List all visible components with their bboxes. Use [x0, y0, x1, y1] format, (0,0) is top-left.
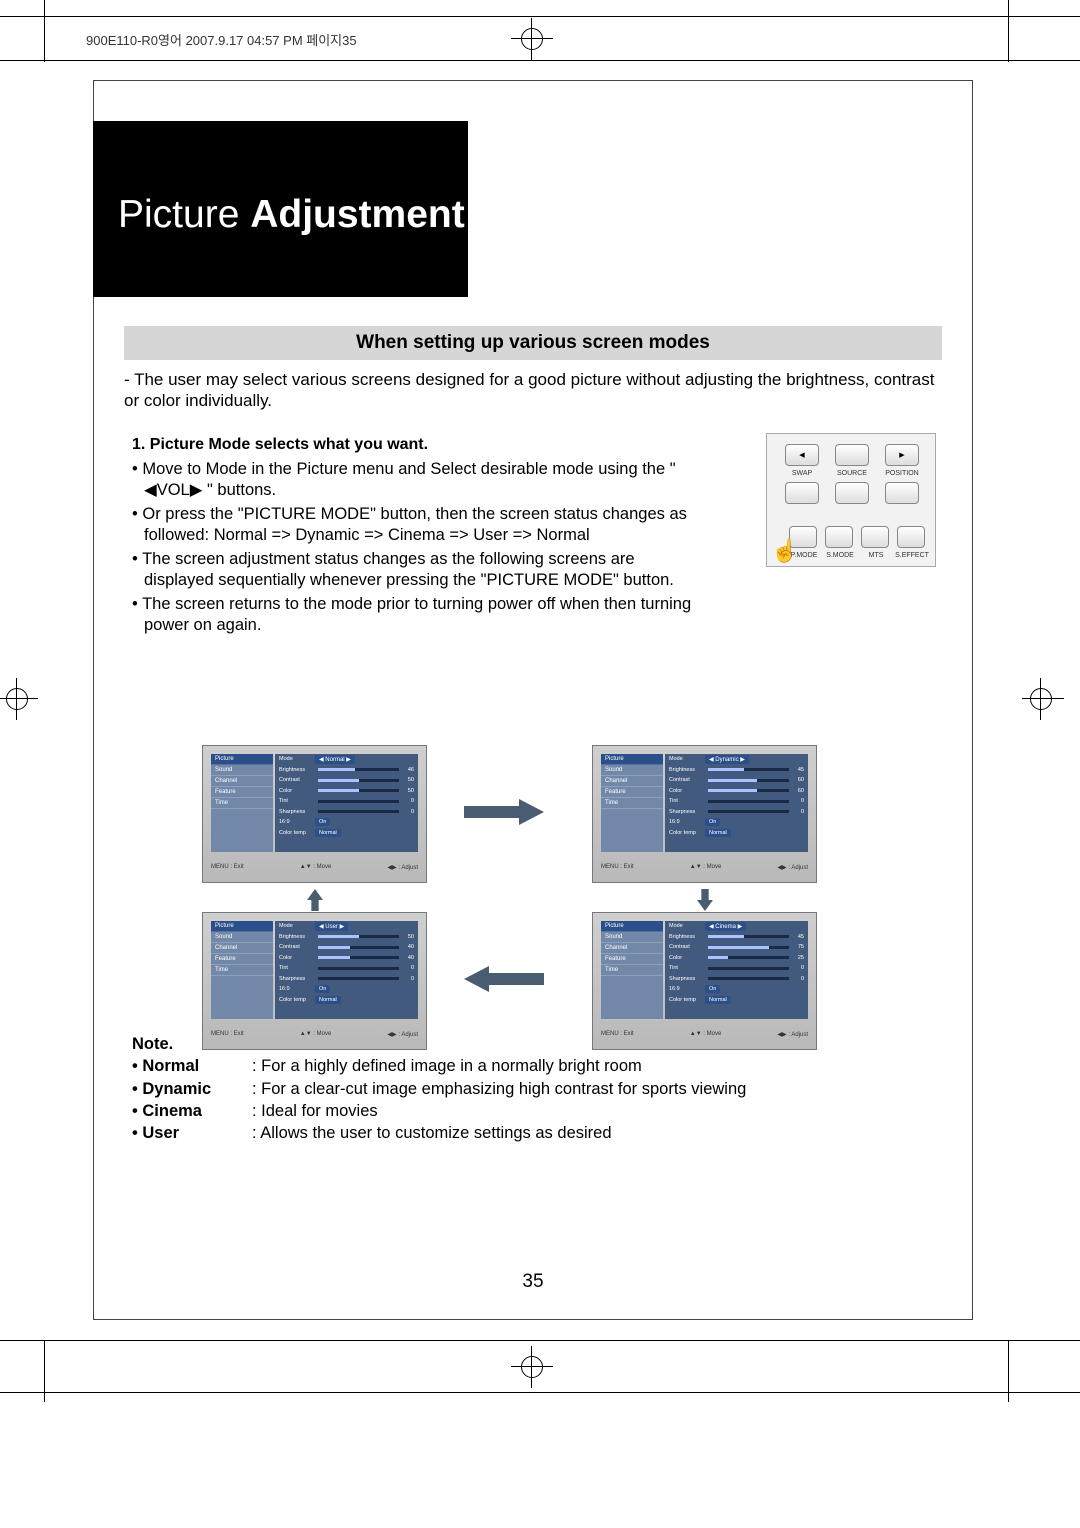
- remote-center-button: [835, 444, 869, 466]
- reg-cross-bot-v: [531, 1346, 532, 1388]
- reg-cross-top-v: [531, 18, 532, 60]
- crop-tick-left-top: [44, 0, 45, 62]
- bullet-item: • Or press the "PICTURE MODE" button, th…: [132, 504, 692, 547]
- note-key: • Cinema: [132, 1100, 252, 1122]
- remote-mid-2: [835, 482, 869, 504]
- crop-line-bottom-inner: [0, 1340, 1080, 1341]
- remote-mid-3: [885, 482, 919, 504]
- arrow-down-icon: [692, 889, 718, 911]
- reg-mark-right: [1030, 688, 1052, 710]
- page-number: 35: [94, 1271, 972, 1293]
- remote-bot-2: [825, 526, 853, 548]
- note-key: • Normal: [132, 1055, 252, 1077]
- remote-cap-position: POSITION: [883, 470, 921, 477]
- crop-line-bottom-outer: [0, 1392, 1080, 1393]
- crop-line-top-inner: [0, 60, 1080, 61]
- note-row: • User: Allows the user to customize set…: [132, 1122, 932, 1144]
- note-key: • User: [132, 1122, 252, 1144]
- note-val: : For a highly defined image in a normal…: [252, 1055, 642, 1077]
- remote-mid-1: [785, 482, 819, 504]
- reg-cross-right-h: [1022, 698, 1064, 699]
- note-val: : Ideal for movies: [252, 1100, 378, 1122]
- remote-cap-mts: MTS: [857, 552, 895, 559]
- arrow-up-icon: [302, 889, 328, 911]
- note-row: • Cinema: Ideal for movies: [132, 1100, 932, 1122]
- crop-tick-right-bot: [1008, 1340, 1009, 1402]
- reg-cross-left-h: [0, 698, 38, 699]
- reg-cross-right-v: [1040, 678, 1041, 720]
- bullet-list: • Move to Mode in the Picture menu and S…: [132, 459, 692, 639]
- slug-line: 900E110-R0영어 2007.9.17 04:57 PM 페이지35: [86, 30, 357, 49]
- note-row: • Dynamic: For a clear-cut image emphasi…: [132, 1078, 932, 1100]
- bullet-item: • Move to Mode in the Picture menu and S…: [132, 459, 692, 502]
- reg-cross-top-h: [511, 38, 553, 39]
- bullet-item: • The screen returns to the mode prior t…: [132, 594, 692, 637]
- arrow-right-icon: [464, 799, 544, 825]
- reg-cross-bot-h: [511, 1366, 553, 1367]
- remote-cap-smode: S.MODE: [821, 552, 859, 559]
- remote-bot-4: [897, 526, 925, 548]
- bullet-item: • The screen adjustment status changes a…: [132, 549, 692, 592]
- note-row: • Normal: For a highly defined image in …: [132, 1055, 932, 1077]
- reg-mark-bot: [521, 1356, 543, 1378]
- osd-cinema: PictureSoundChannelFeatureTimeMode◀ Cine…: [592, 912, 817, 1050]
- reg-mark-top: [521, 28, 543, 50]
- note-heading: Note.: [132, 1033, 932, 1055]
- note-val: : For a clear-cut image emphasizing high…: [252, 1078, 746, 1100]
- osd-normal: PictureSoundChannelFeatureTimeMode◀ Norm…: [202, 745, 427, 883]
- remote-bot-3: [861, 526, 889, 548]
- crop-tick-right-top: [1008, 0, 1009, 62]
- page-frame: Picture Adjustment When setting up vario…: [93, 80, 973, 1320]
- step-heading: 1. Picture Mode selects what you want.: [132, 436, 428, 454]
- page-title: Picture Adjustment: [118, 193, 465, 237]
- title-plain: Picture: [118, 193, 250, 236]
- crop-tick-left-bot: [44, 1340, 45, 1402]
- crop-line-top-outer: [0, 16, 1080, 17]
- remote-cap-swap: SWAP: [783, 470, 821, 477]
- remote-cap-source: SOURCE: [833, 470, 871, 477]
- hand-icon: ☝: [771, 538, 798, 564]
- reg-cross-left-v: [16, 678, 17, 720]
- osd-dynamic: PictureSoundChannelFeatureTimeMode◀ Dyna…: [592, 745, 817, 883]
- remote-cap-seffect: S.EFFECT: [893, 552, 931, 559]
- title-bold: Adjustment: [250, 193, 465, 236]
- remote-right-arrow: ▶: [885, 444, 919, 466]
- note-block: Note. • Normal: For a highly defined ima…: [132, 1033, 932, 1144]
- note-key: • Dynamic: [132, 1078, 252, 1100]
- section-heading: When setting up various screen modes: [124, 326, 942, 360]
- remote-left-arrow: ◀: [785, 444, 819, 466]
- note-val: : Allows the user to customize settings …: [252, 1122, 612, 1144]
- arrow-left-icon: [464, 966, 544, 992]
- reg-mark-left: [6, 688, 28, 710]
- osd-user: PictureSoundChannelFeatureTimeMode◀ User…: [202, 912, 427, 1050]
- remote-diagram: ◀ ▶ SWAP SOURCE POSITION P.MODE S.MODE M…: [766, 433, 936, 567]
- intro-text: - The user may select various screens de…: [124, 369, 952, 412]
